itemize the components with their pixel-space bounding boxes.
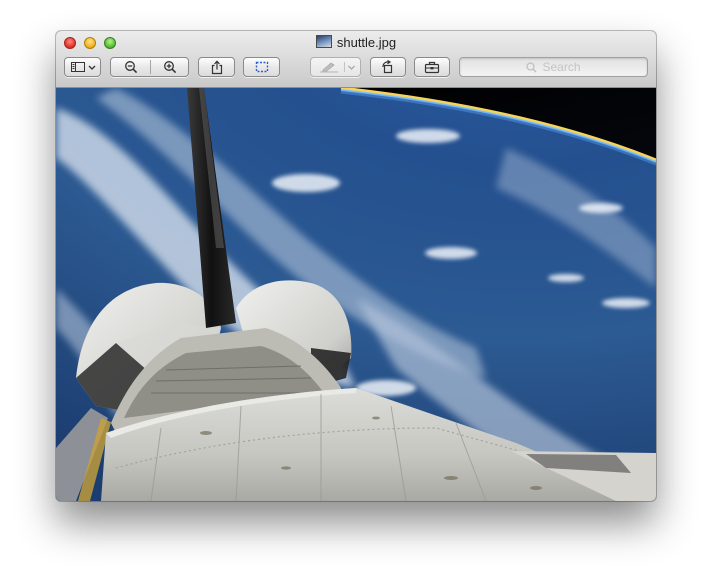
share-icon — [211, 59, 222, 74]
preview-window: shuttle.jpg Search — [56, 31, 656, 501]
rotate-button[interactable] — [370, 57, 406, 77]
share-button[interactable] — [198, 57, 235, 77]
selection-button[interactable] — [243, 57, 280, 77]
view-menu-button[interactable] — [64, 57, 101, 77]
pen-icon — [319, 62, 355, 73]
image-file-icon — [315, 35, 332, 48]
annotate-button[interactable] — [310, 57, 361, 77]
chevron-down-icon — [347, 65, 355, 70]
sidebar-icon — [70, 62, 95, 72]
zoom-segmented-control — [110, 57, 189, 77]
toolbox-icon — [424, 61, 440, 73]
toolbox-button[interactable] — [414, 57, 450, 77]
zoom-in-button[interactable] — [151, 58, 188, 76]
rotate-icon — [382, 60, 393, 74]
toolbar: shuttle.jpg Search — [56, 31, 656, 88]
search-field[interactable]: Search — [459, 57, 648, 77]
window-title-text: shuttle.jpg — [336, 35, 397, 50]
window-title: shuttle.jpg — [56, 35, 656, 51]
zoom-out-button[interactable] — [111, 58, 150, 76]
image-canvas[interactable] — [56, 88, 656, 501]
shuttle-image — [56, 88, 656, 501]
zoom-in-icon — [163, 61, 176, 74]
zoom-out-icon — [124, 61, 137, 74]
chevron-down-icon — [88, 65, 95, 70]
search-icon — [526, 61, 538, 73]
search-placeholder: Search — [542, 60, 581, 74]
rect-select-icon — [255, 61, 268, 73]
